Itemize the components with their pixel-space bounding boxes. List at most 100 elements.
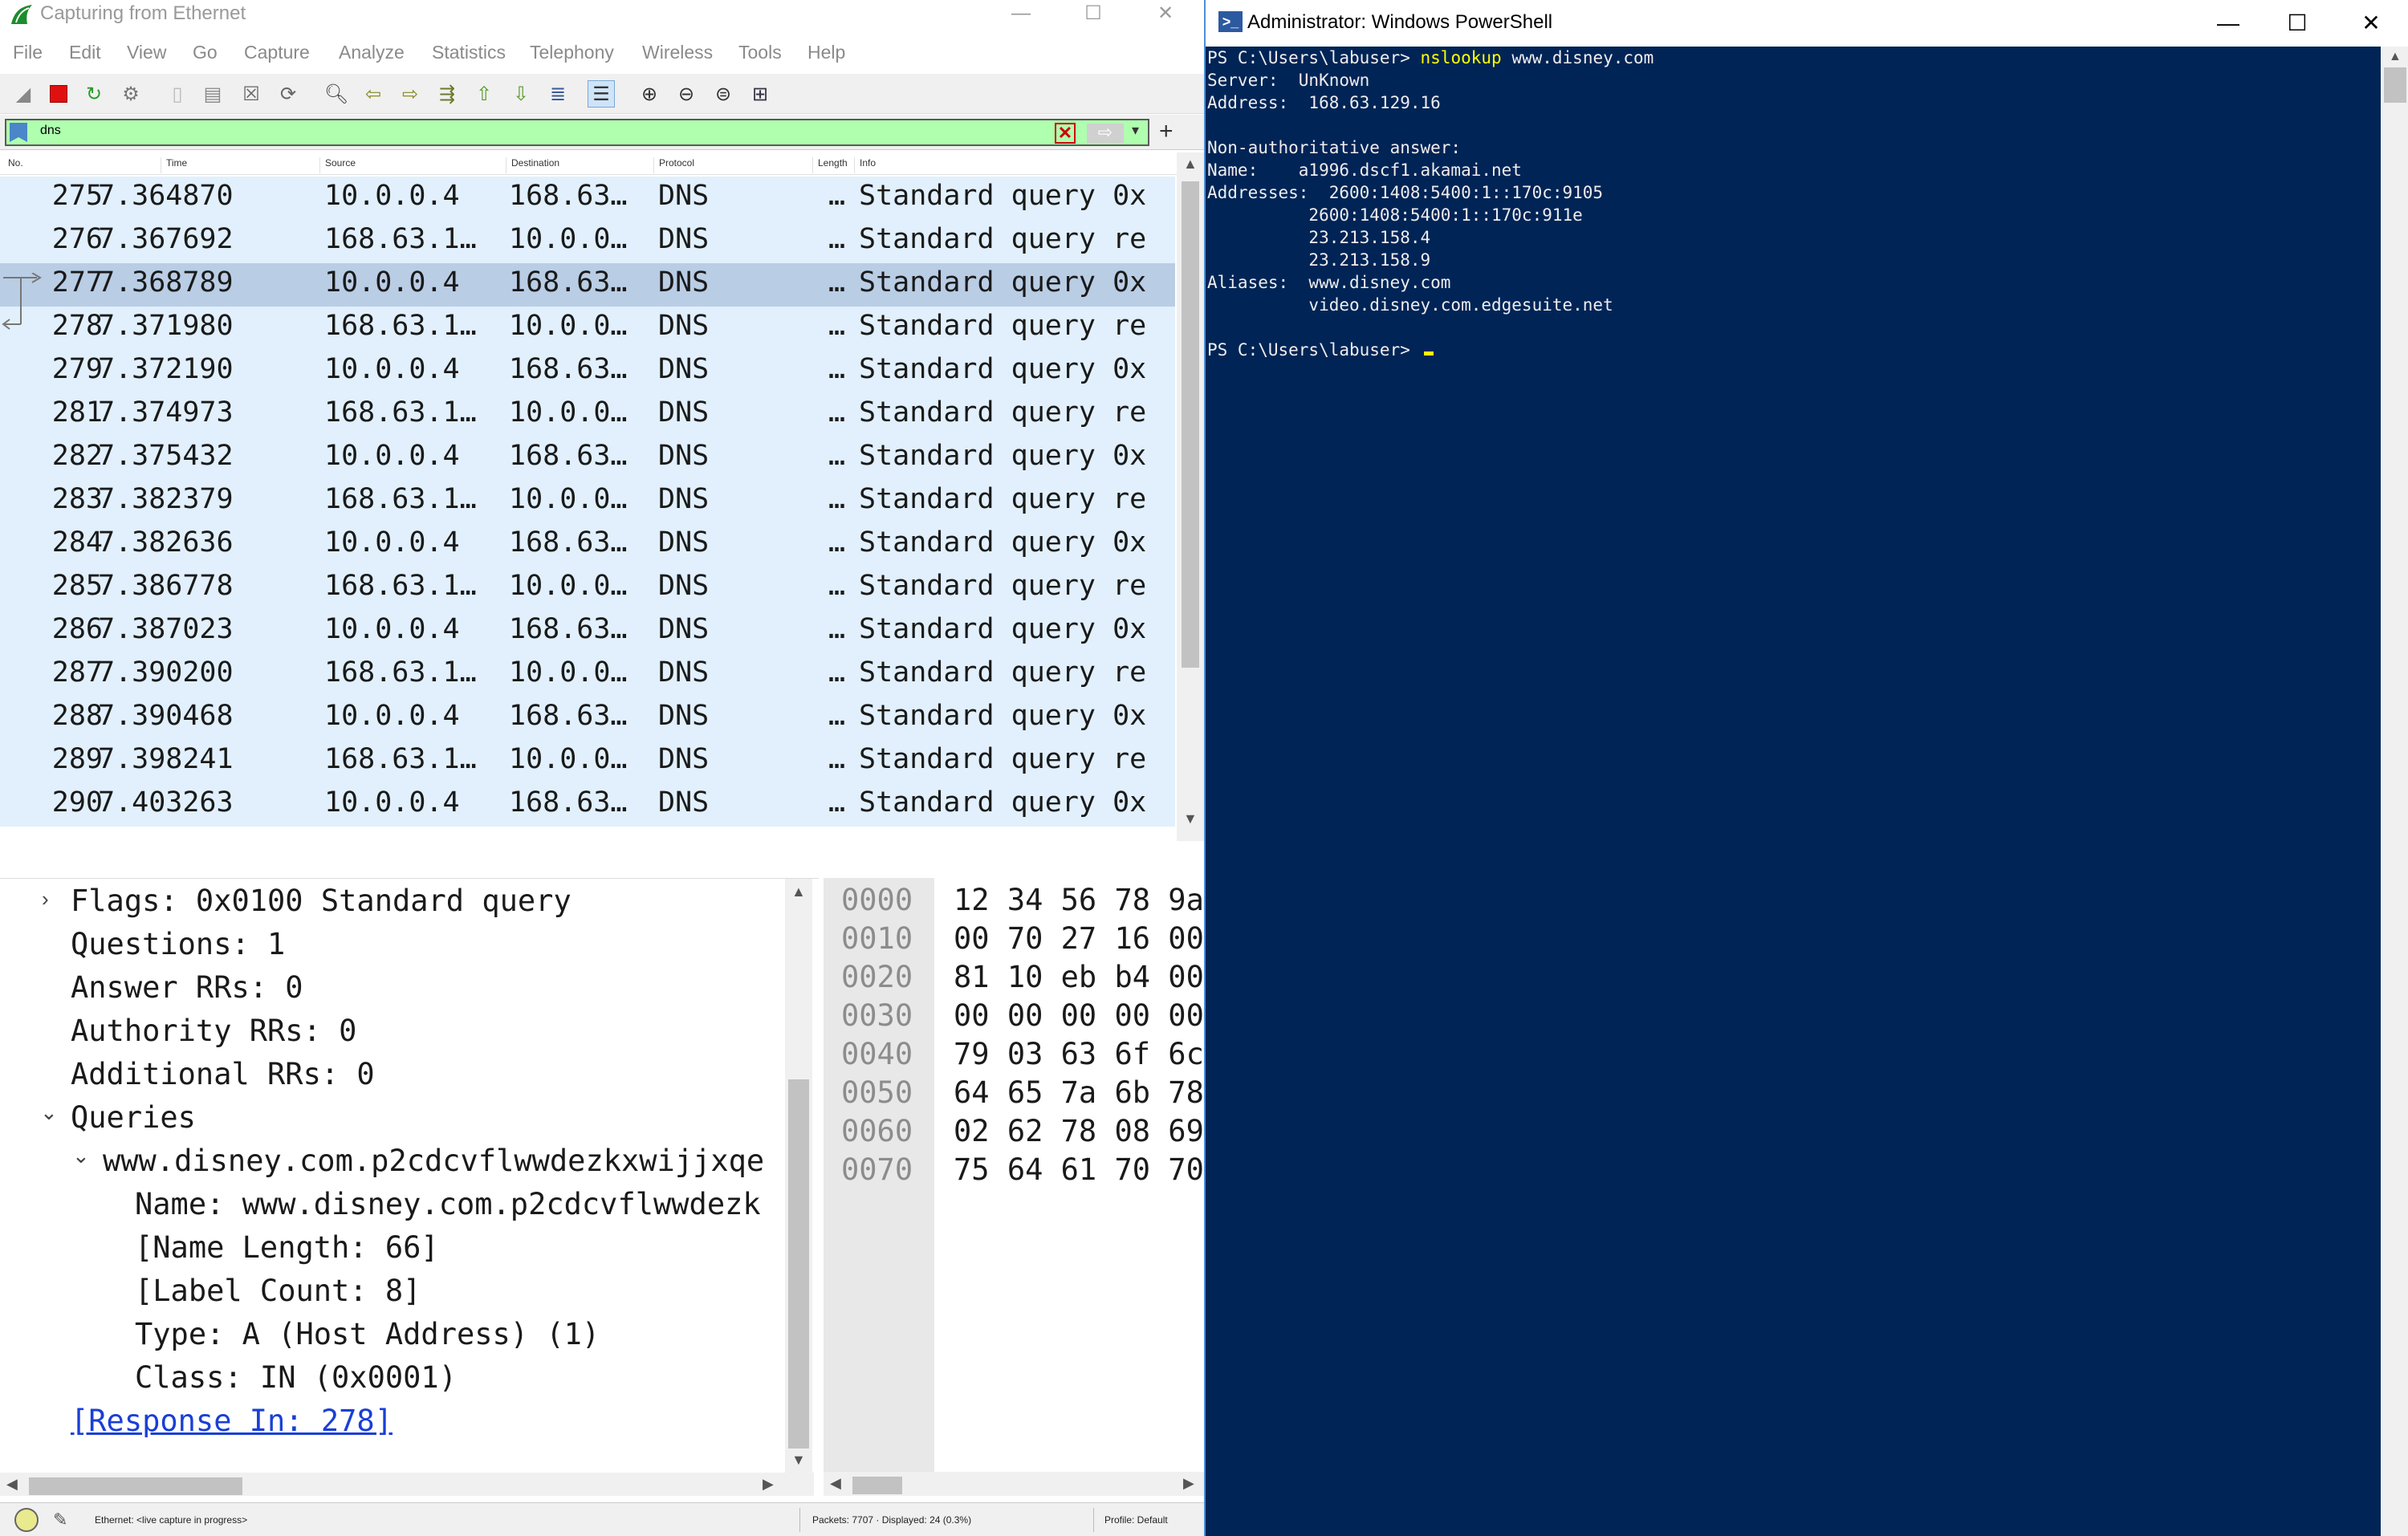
- packet-list-vertical-scrollbar[interactable]: ▲ ▼: [1177, 152, 1204, 841]
- packet-row[interactable]: 276 7.367692 168.63.1… 10.0.0… DNS … Standard …: [0, 220, 1175, 263]
- col-info[interactable]: Info: [854, 157, 876, 173]
- packet-row[interactable]: 289 7.398241 168.63.1… 10.0.0… DNS … Standard …: [0, 740, 1175, 783]
- packet-row[interactable]: 282 7.375432 10.0.0.4 168.63… DNS … Standard q…: [0, 437, 1175, 480]
- start-capture-fin-icon[interactable]: ◢: [10, 80, 37, 108]
- packet-row[interactable]: 288 7.390468 10.0.0.4 168.63… DNS … Standard q…: [0, 697, 1175, 740]
- menu-analyze[interactable]: Analyze: [339, 42, 405, 63]
- restart-capture-icon[interactable]: ↻: [80, 80, 108, 108]
- open-file-icon[interactable]: ▯: [164, 80, 191, 108]
- packet-row[interactable]: 277 7.368789 10.0.0.4 168.63… DNS … Standard q…: [0, 263, 1175, 307]
- menu-tools[interactable]: Tools: [738, 42, 782, 63]
- col-length[interactable]: Length: [812, 157, 848, 173]
- detail-label-count[interactable]: [Label Count: 8]: [135, 1274, 421, 1308]
- byte-hex[interactable]: 00 70 27 16 00: [954, 921, 1204, 956]
- menu-file[interactable]: File: [13, 42, 43, 63]
- packet-row[interactable]: 286 7.387023 10.0.0.4 168.63… DNS … Standard q…: [0, 610, 1175, 653]
- col-source[interactable]: Source: [319, 157, 356, 173]
- save-file-icon[interactable]: ▤: [199, 80, 226, 108]
- maximize-button[interactable]: ☐: [2273, 8, 2321, 40]
- col-destination[interactable]: Destination: [506, 157, 559, 173]
- zoom-out-icon[interactable]: ⊖: [673, 80, 700, 108]
- scroll-right-icon[interactable]: ▶: [1183, 1475, 1194, 1492]
- scroll-thumb[interactable]: [1182, 181, 1199, 668]
- go-to-packet-icon[interactable]: ⇶: [433, 80, 461, 108]
- packet-row[interactable]: 275 7.364870 10.0.0.4 168.63… DNS … Standard q…: [0, 177, 1175, 220]
- minimize-button[interactable]: —: [2204, 8, 2252, 40]
- expert-info-led-icon[interactable]: [14, 1508, 39, 1532]
- chevron-down-icon[interactable]: ▾: [1132, 122, 1139, 139]
- packet-row[interactable]: 285 7.386778 168.63.1… 10.0.0… DNS … Standard …: [0, 567, 1175, 610]
- byte-hex[interactable]: 75 64 61 70 70: [954, 1152, 1204, 1187]
- response-in-link[interactable]: [Response In: 278]: [71, 1404, 393, 1438]
- resize-columns-icon[interactable]: ⊞: [746, 80, 774, 108]
- packet-row[interactable]: 279 7.372190 10.0.0.4 168.63… DNS … Standard q…: [0, 350, 1175, 393]
- detail-queries[interactable]: Queries: [71, 1100, 196, 1135]
- detail-query-entry[interactable]: www.disney.com.p2cdcvflwwdezkxwijjxqe: [103, 1144, 764, 1178]
- bookmark-icon[interactable]: [10, 123, 27, 142]
- menu-capture[interactable]: Capture: [244, 42, 310, 63]
- menu-help[interactable]: Help: [807, 42, 845, 63]
- scroll-right-icon[interactable]: ▶: [763, 1476, 774, 1493]
- add-filter-button-plus-icon[interactable]: +: [1159, 118, 1173, 145]
- detail-class[interactable]: Class: IN (0x0001): [135, 1360, 457, 1395]
- byte-hex[interactable]: 00 00 00 00 00: [954, 998, 1204, 1033]
- byte-hex[interactable]: 02 62 78 08 69: [954, 1114, 1204, 1148]
- detail-flags[interactable]: Flags: 0x0100 Standard query: [71, 884, 571, 918]
- capture-comment-pencil-icon[interactable]: ✎: [53, 1510, 67, 1530]
- scroll-down-icon[interactable]: ▼: [791, 1452, 806, 1469]
- minimize-button[interactable]: —: [1003, 0, 1039, 29]
- detail-name[interactable]: Name: www.disney.com.p2cdcvflwwdezk: [135, 1187, 761, 1221]
- scroll-up-icon[interactable]: ▲: [1183, 156, 1198, 173]
- byte-hex[interactable]: 79 03 63 6f 6c: [954, 1037, 1204, 1071]
- colorize-icon[interactable]: ☰: [588, 80, 615, 108]
- go-forward-icon[interactable]: ⇨: [397, 80, 424, 108]
- collapse-arrow-icon[interactable]: ⌄: [40, 1100, 58, 1125]
- details-vertical-scrollbar[interactable]: ▲ ▼: [785, 879, 812, 1473]
- scroll-left-icon[interactable]: ◀: [830, 1475, 841, 1492]
- menu-telephony[interactable]: Telephony: [530, 42, 614, 63]
- close-file-icon[interactable]: ☒: [238, 80, 265, 108]
- go-back-icon[interactable]: ⇦: [360, 80, 387, 108]
- console-output[interactable]: PS C:\Users\labuser> nslookup www.disney…: [1206, 47, 2381, 1536]
- normal-size-icon[interactable]: ⊜: [710, 80, 737, 108]
- byte-hex[interactable]: 12 34 56 78 9a: [954, 883, 1204, 917]
- scroll-thumb[interactable]: [788, 1079, 809, 1449]
- last-packet-icon[interactable]: ⇩: [507, 80, 535, 108]
- scroll-down-icon[interactable]: ▼: [1183, 811, 1198, 827]
- stop-capture-icon[interactable]: [45, 80, 72, 108]
- scroll-thumb[interactable]: [852, 1477, 902, 1494]
- packet-row[interactable]: 281 7.374973 168.63.1… 10.0.0… DNS … Standard …: [0, 393, 1175, 437]
- bytes-horizontal-scrollbar[interactable]: ◀ ▶: [824, 1472, 1204, 1496]
- apply-filter-arrow-icon[interactable]: ⇨: [1087, 124, 1124, 143]
- packet-row[interactable]: 287 7.390200 168.63.1… 10.0.0… DNS … Standard …: [0, 653, 1175, 697]
- expand-arrow-icon[interactable]: ›: [42, 887, 49, 912]
- packet-row[interactable]: 283 7.382379 168.63.1… 10.0.0… DNS … Standard …: [0, 480, 1175, 523]
- menu-edit[interactable]: Edit: [69, 42, 101, 63]
- detail-authority-rrs[interactable]: Authority RRs: 0: [71, 1014, 356, 1048]
- menu-go[interactable]: Go: [193, 42, 218, 63]
- close-button[interactable]: ✕: [1148, 0, 1183, 29]
- zoom-in-icon[interactable]: ⊕: [636, 80, 663, 108]
- details-horizontal-scrollbar[interactable]: ◀ ▶: [0, 1473, 814, 1496]
- byte-hex[interactable]: 64 65 7a 6b 78: [954, 1075, 1204, 1110]
- display-filter-input[interactable]: dns ✕ ⇨ ▾: [5, 119, 1149, 146]
- packet-row[interactable]: 290 7.403263 10.0.0.4 168.63… DNS … Standard q…: [0, 783, 1175, 827]
- scroll-left-icon[interactable]: ◀: [6, 1476, 18, 1493]
- scroll-up-icon[interactable]: ▲: [2389, 50, 2402, 64]
- col-protocol[interactable]: Protocol: [653, 157, 694, 173]
- console-vertical-scrollbar[interactable]: ▲: [2381, 47, 2408, 1536]
- detail-answer-rrs[interactable]: Answer RRs: 0: [71, 970, 303, 1005]
- capture-options-gear-icon[interactable]: ⚙: [117, 80, 144, 108]
- clear-filter-icon[interactable]: ✕: [1055, 123, 1076, 144]
- scroll-up-icon[interactable]: ▲: [791, 884, 806, 900]
- maximize-button[interactable]: ☐: [1076, 0, 1111, 29]
- menu-view[interactable]: View: [127, 42, 166, 63]
- status-profile[interactable]: Profile: Default: [1104, 1514, 1168, 1526]
- packet-row[interactable]: 284 7.382636 10.0.0.4 168.63… DNS … Standard q…: [0, 523, 1175, 567]
- detail-questions[interactable]: Questions: 1: [71, 927, 285, 961]
- col-time[interactable]: Time: [161, 157, 187, 173]
- reload-file-icon[interactable]: ⟳: [275, 80, 302, 108]
- menu-wireless[interactable]: Wireless: [642, 42, 713, 63]
- scroll-thumb[interactable]: [2384, 67, 2406, 103]
- filter-text[interactable]: dns: [40, 124, 61, 138]
